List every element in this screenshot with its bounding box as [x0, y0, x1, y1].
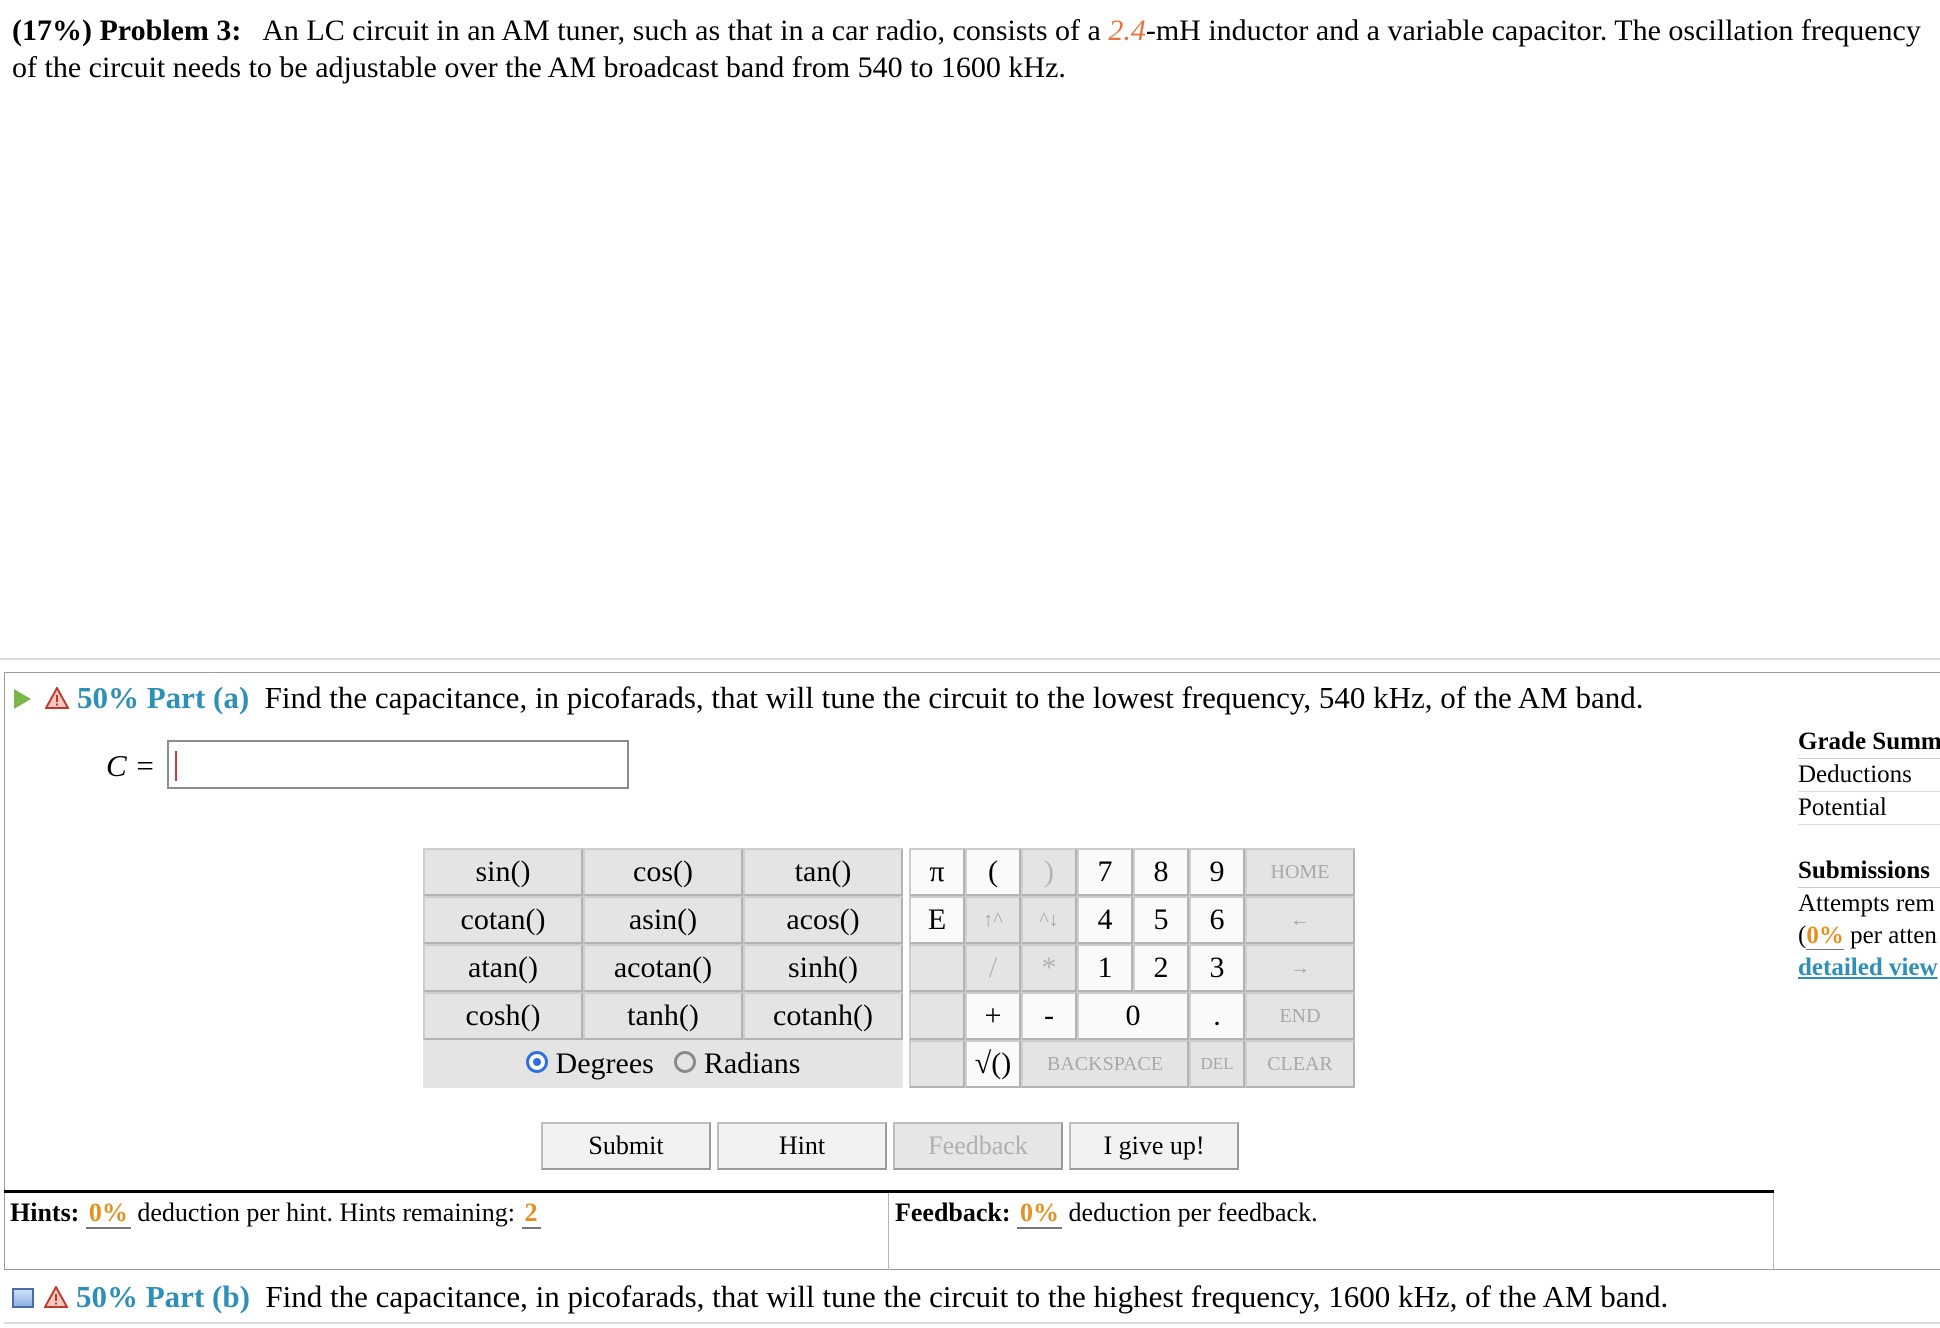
degrees-label: Degrees — [555, 1047, 654, 1080]
variable-label: C = — [106, 748, 156, 783]
feedback-deduction: 0% — [1017, 1198, 1063, 1229]
pi-key[interactable]: π — [909, 848, 965, 896]
digit-1-key[interactable]: 1 — [1077, 944, 1133, 992]
radians-option[interactable]: Radians — [673, 1047, 801, 1081]
divide-key[interactable]: / — [965, 944, 1021, 992]
warning-icon — [45, 686, 69, 709]
minus-key[interactable]: - — [1021, 992, 1077, 1040]
digit-3-key[interactable]: 3 — [1189, 944, 1245, 992]
power-down-key[interactable]: ^↓ — [1021, 896, 1077, 944]
inductance-value: 2.4 — [1108, 14, 1146, 47]
clear-key[interactable]: CLEAR — [1245, 1040, 1355, 1088]
cos-key[interactable]: cos() — [583, 848, 743, 896]
cotanh-key[interactable]: cotanh() — [743, 992, 903, 1040]
play-arrow-icon[interactable] — [14, 688, 31, 709]
part-b-question: Find the capacitance, in picofarads, tha… — [265, 1279, 1669, 1314]
problem-number: (17%) Problem 3: — [12, 14, 242, 47]
sinh-key[interactable]: sinh() — [743, 944, 903, 992]
separator — [0, 658, 1940, 660]
feedback-label: Feedback: — [895, 1198, 1011, 1227]
feedback-info: Feedback: 0% deduction per feedback. — [895, 1196, 1318, 1230]
cosh-key[interactable]: cosh() — [423, 992, 583, 1040]
per-attempt-text: per atten — [1850, 922, 1937, 949]
text-cursor — [175, 751, 177, 781]
blank-key-3 — [909, 1040, 965, 1088]
blank-key-2 — [909, 992, 965, 1040]
warning-icon — [44, 1285, 68, 1308]
decimal-point-key[interactable]: . — [1189, 992, 1245, 1040]
info-right-edge — [1773, 1193, 1774, 1270]
cursor-right-key[interactable]: → — [1245, 944, 1355, 992]
part-b-divider — [4, 1322, 1940, 1324]
problem-text-before: An LC circuit in an AM tuner, such as th… — [262, 14, 1109, 47]
acos-key[interactable]: acos() — [743, 896, 903, 944]
feedback-button[interactable]: Feedback — [893, 1122, 1063, 1170]
digit-9-key[interactable]: 9 — [1189, 848, 1245, 896]
atan-key[interactable]: atan() — [423, 944, 583, 992]
grade-summary: Grade Summ Deductions Potential Submissi… — [1798, 726, 1940, 984]
potential-label: Potential — [1798, 792, 1940, 825]
digit-2-key[interactable]: 2 — [1133, 944, 1189, 992]
computer-icon — [12, 1287, 34, 1308]
radians-radio[interactable] — [673, 1051, 696, 1073]
submissions-heading: Submissions — [1798, 855, 1940, 888]
part-a-question: Find the capacitance, in picofarads, tha… — [264, 680, 1644, 715]
asin-key[interactable]: asin() — [583, 896, 743, 944]
grade-spacer — [1798, 825, 1940, 855]
feedback-text: deduction per feedback. — [1068, 1198, 1318, 1227]
angle-mode-selector: Degrees Radians — [423, 1040, 903, 1088]
digit-4-key[interactable]: 4 — [1077, 896, 1133, 944]
acotan-key[interactable]: acotan() — [583, 944, 743, 992]
part-a-header: 50% Part (a) Find the capacitance, in pi… — [14, 678, 1643, 718]
submit-button[interactable]: Submit — [541, 1122, 711, 1170]
digit-5-key[interactable]: 5 — [1133, 896, 1189, 944]
del-key[interactable]: DEL — [1189, 1040, 1245, 1088]
multiply-key[interactable]: * — [1021, 944, 1077, 992]
e-key[interactable]: E — [909, 896, 965, 944]
cursor-left-key[interactable]: ← — [1245, 896, 1355, 944]
calculator-keypad: sin() cos() tan() cotan() asin() acos() … — [423, 848, 1355, 1088]
degrees-option[interactable]: Degrees — [525, 1047, 654, 1081]
digit-6-key[interactable]: 6 — [1189, 896, 1245, 944]
cotan-key[interactable]: cotan() — [423, 896, 583, 944]
tanh-key[interactable]: tanh() — [583, 992, 743, 1040]
end-key[interactable]: END — [1245, 992, 1355, 1040]
power-up-key[interactable]: ↑^ — [965, 896, 1021, 944]
attempts-remaining: Attempts rem — [1798, 890, 1935, 917]
info-divider — [888, 1193, 889, 1270]
detailed-view-link[interactable]: detailed view — [1798, 954, 1938, 981]
plus-key[interactable]: + — [965, 992, 1021, 1040]
grade-summary-heading: Grade Summ — [1798, 726, 1940, 759]
open-paren-key[interactable]: ( — [965, 848, 1021, 896]
part-b-percent: 50% Part (b) — [76, 1279, 250, 1314]
deductions-label: Deductions — [1798, 759, 1940, 792]
digit-7-key[interactable]: 7 — [1077, 848, 1133, 896]
digit-8-key[interactable]: 8 — [1133, 848, 1189, 896]
answer-input[interactable] — [167, 740, 629, 789]
blank-key-1 — [909, 944, 965, 992]
degrees-radio[interactable] — [525, 1051, 548, 1073]
per-attempt-line: (0% per atten — [1798, 922, 1937, 950]
hints-info: Hints: 0% deduction per hint. Hints rema… — [10, 1196, 541, 1230]
tan-key[interactable]: tan() — [743, 848, 903, 896]
sqrt-key[interactable]: √() — [965, 1040, 1021, 1088]
part-b-header[interactable]: 50% Part (b) Find the capacitance, in pi… — [12, 1277, 1668, 1317]
give-up-button[interactable]: I give up! — [1069, 1122, 1239, 1170]
problem-statement: (17%) Problem 3: An LC circuit in an AM … — [12, 12, 1932, 86]
part-a-percent: 50% Part (a) — [77, 680, 250, 715]
hint-button[interactable]: Hint — [717, 1122, 887, 1170]
home-key[interactable]: HOME — [1245, 848, 1355, 896]
sin-key[interactable]: sin() — [423, 848, 583, 896]
hints-text: deduction per hint. Hints remaining: — [137, 1198, 515, 1227]
hints-label: Hints: — [10, 1198, 80, 1227]
hints-remaining: 2 — [521, 1198, 541, 1229]
backspace-key[interactable]: BACKSPACE — [1021, 1040, 1189, 1088]
per-attempt-pct: 0% — [1806, 922, 1844, 950]
close-paren-key[interactable]: ) — [1021, 848, 1077, 896]
digit-0-key[interactable]: 0 — [1077, 992, 1189, 1040]
radians-label: Radians — [703, 1047, 801, 1080]
hint-deduction: 0% — [85, 1198, 131, 1229]
